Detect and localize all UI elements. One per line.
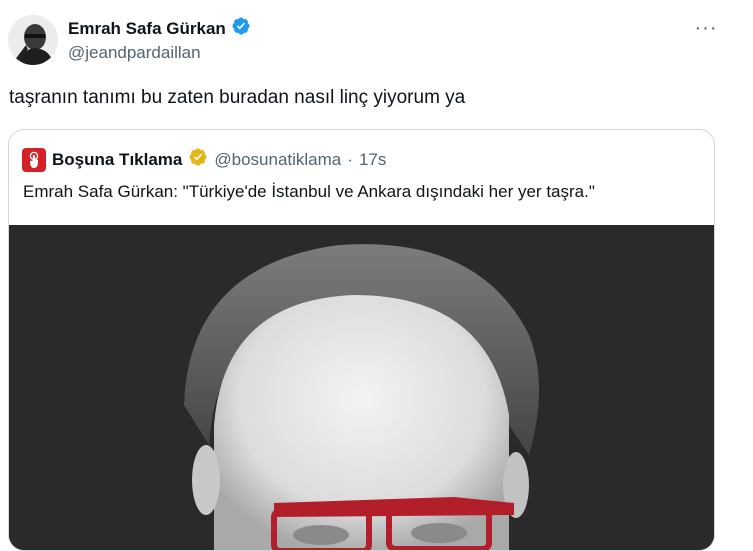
gold-verified-badge-icon — [188, 147, 208, 172]
verified-badge-icon — [231, 16, 251, 41]
author-name[interactable]: Emrah Safa Gürkan — [68, 19, 226, 39]
author-avatar[interactable] — [8, 15, 58, 65]
author-avatar-image — [8, 15, 58, 65]
quoted-handle[interactable]: @bosunatiklama — [214, 150, 341, 170]
quoted-avatar[interactable] — [22, 147, 46, 172]
author-handle[interactable]: @jeandpardaillan — [68, 43, 201, 63]
quoted-tweet-header: Boşuna Tıklama @bosunatiklama · 17s — [22, 147, 386, 172]
portrait-photo — [9, 225, 714, 550]
pointer-hand-icon — [29, 151, 39, 168]
author-name-row[interactable]: Emrah Safa Gürkan — [68, 16, 251, 41]
more-options-button[interactable]: ··· — [689, 14, 723, 42]
quoted-tweet-card[interactable]: Boşuna Tıklama @bosunatiklama · 17s Emra… — [8, 129, 715, 551]
quoted-tweet-text: Emrah Safa Gürkan: "Türkiye'de İstanbul … — [23, 182, 595, 201]
tweet-text: taşranın tanımı bu zaten buradan nasıl l… — [9, 87, 466, 108]
quoted-name[interactable]: Boşuna Tıklama — [52, 150, 182, 170]
separator-dot: · — [347, 149, 353, 169]
more-horizontal-icon: ··· — [694, 16, 718, 39]
quoted-timestamp[interactable]: 17s — [359, 150, 386, 170]
quoted-tweet-photo[interactable] — [9, 225, 714, 550]
